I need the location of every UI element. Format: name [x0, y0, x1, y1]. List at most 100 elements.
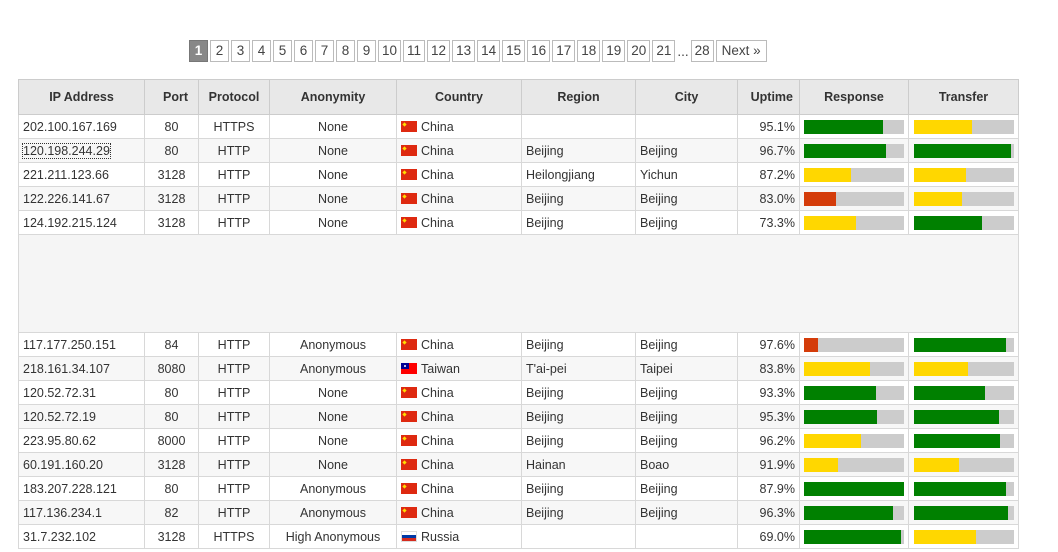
- transfer-bar: [913, 215, 1014, 230]
- country-cell: Russia: [396, 524, 522, 549]
- ip-cell: 124.192.215.124: [18, 210, 145, 235]
- page-link-13[interactable]: 13: [452, 40, 476, 62]
- protocol-cell: HTTPS: [198, 524, 270, 549]
- table-row: 202.100.167.169 80 HTTPS None China 95.1%: [18, 114, 1019, 139]
- country-cell: China: [396, 428, 522, 453]
- table-row: 31.7.232.102 3128 HTTPS High Anonymous Russi…: [18, 524, 1019, 549]
- anonymity-cell: None: [269, 428, 397, 453]
- country-cell: China: [396, 138, 522, 163]
- flag-ru-icon: [401, 530, 417, 542]
- region-cell: Beijing: [521, 138, 636, 163]
- header-protocol[interactable]: Protocol: [198, 79, 270, 115]
- ip-address-link[interactable]: 31.7.232.102: [23, 530, 96, 544]
- ip-address-link[interactable]: 120.52.72.31: [23, 386, 96, 400]
- uptime-cell: 87.2%: [737, 162, 800, 187]
- ip-address-link[interactable]: 122.226.141.67: [23, 192, 110, 206]
- transfer-bar-fill: [913, 385, 985, 400]
- page-link-11[interactable]: 11: [403, 40, 426, 62]
- ip-address-link[interactable]: 120.52.72.19: [23, 410, 96, 424]
- flag-cn-icon: [401, 482, 417, 494]
- ip-cell: 117.177.250.151: [18, 332, 145, 357]
- transfer-bar: [913, 433, 1014, 448]
- response-cell: [799, 476, 909, 501]
- port-cell: 80: [144, 114, 199, 139]
- header-transfer[interactable]: Transfer: [908, 79, 1019, 115]
- country-name: China: [421, 505, 454, 520]
- port-cell: 80: [144, 380, 199, 405]
- transfer-bar-fill: [913, 481, 1006, 496]
- page-link-8[interactable]: 8: [336, 40, 355, 62]
- transfer-bar: [913, 385, 1014, 400]
- transfer-cell: [908, 162, 1019, 187]
- response-bar-fill: [804, 119, 883, 134]
- transfer-bar-fill: [913, 215, 982, 230]
- page-link-7[interactable]: 7: [315, 40, 334, 62]
- flag-cn-icon: [401, 168, 417, 180]
- header-response[interactable]: Response: [799, 79, 909, 115]
- flag-cn-icon: [401, 144, 417, 156]
- page-link-20[interactable]: 20: [627, 40, 651, 62]
- header-uptime[interactable]: Uptime: [737, 79, 800, 115]
- page-link-17[interactable]: 17: [552, 40, 576, 62]
- page-link-last[interactable]: 28: [690, 40, 714, 62]
- ip-address-link[interactable]: 60.191.160.20: [23, 458, 103, 472]
- response-cell: [799, 162, 909, 187]
- ip-address-link[interactable]: 218.161.34.107: [23, 362, 110, 376]
- header-ip-address[interactable]: IP Address: [18, 79, 145, 115]
- ip-address-link[interactable]: 117.136.234.1: [23, 506, 102, 520]
- ip-address-link[interactable]: 223.95.80.62: [23, 434, 96, 448]
- protocol-cell: HTTP: [198, 332, 270, 357]
- header-port[interactable]: Port: [144, 79, 199, 115]
- page-link-21[interactable]: 21: [652, 40, 676, 62]
- page-link-12[interactable]: 12: [427, 40, 451, 62]
- header-country[interactable]: Country: [396, 79, 522, 115]
- page-link-5[interactable]: 5: [273, 40, 292, 62]
- country-name: China: [421, 337, 454, 352]
- country-cell: China: [396, 210, 522, 235]
- country-cell: China: [396, 452, 522, 477]
- anonymity-cell: Anonymous: [269, 356, 397, 381]
- page-link-9[interactable]: 9: [357, 40, 376, 62]
- page-link-19[interactable]: 19: [602, 40, 626, 62]
- header-anonymity[interactable]: Anonymity: [269, 79, 397, 115]
- city-cell: Beijing: [635, 428, 738, 453]
- ip-address-link[interactable]: 183.207.228.121: [23, 482, 117, 496]
- page-link-10[interactable]: 10: [378, 40, 402, 62]
- transfer-bar: [913, 119, 1014, 134]
- port-cell: 80: [144, 476, 199, 501]
- page-link-3[interactable]: 3: [231, 40, 250, 62]
- ip-address-link[interactable]: 202.100.167.169: [23, 120, 117, 134]
- page-link-15[interactable]: 15: [502, 40, 526, 62]
- ip-address-link[interactable]: 117.177.250.151: [23, 338, 116, 352]
- header-region[interactable]: Region: [521, 79, 636, 115]
- ip-cell: 183.207.228.121: [18, 476, 145, 501]
- transfer-bar-fill: [913, 457, 959, 472]
- uptime-cell: 83.8%: [737, 356, 800, 381]
- proxy-table: IP Address Port Protocol Anonymity Count…: [18, 79, 1019, 549]
- response-cell: [799, 428, 909, 453]
- ip-address-link[interactable]: 124.192.215.124: [23, 216, 117, 230]
- page-link-18[interactable]: 18: [577, 40, 601, 62]
- response-bar: [804, 361, 904, 376]
- ip-cell: 120.198.244.29: [18, 138, 145, 163]
- country-cell: China: [396, 500, 522, 525]
- country-name: China: [421, 433, 454, 448]
- page-link-6[interactable]: 6: [294, 40, 313, 62]
- page-link-16[interactable]: 16: [527, 40, 551, 62]
- ip-address-link[interactable]: 120.198.244.29: [22, 142, 111, 159]
- uptime-cell: 96.3%: [737, 500, 800, 525]
- response-bar-fill: [804, 457, 838, 472]
- page-link-2[interactable]: 2: [210, 40, 229, 62]
- page-link-4[interactable]: 4: [252, 40, 271, 62]
- transfer-bar: [913, 505, 1014, 520]
- page-link-current[interactable]: 1: [189, 40, 208, 62]
- table-row: 120.52.72.31 80 HTTP None China Beijing Beijin…: [18, 380, 1019, 405]
- ip-cell: 122.226.141.67: [18, 186, 145, 211]
- header-city[interactable]: City: [635, 79, 738, 115]
- flag-cn-icon: [401, 458, 417, 470]
- ip-address-link[interactable]: 221.211.123.66: [23, 168, 109, 182]
- port-cell: 3128: [144, 524, 199, 549]
- next-page-button[interactable]: Next »: [715, 40, 767, 62]
- city-cell: Taipei: [635, 356, 738, 381]
- page-link-14[interactable]: 14: [477, 40, 501, 62]
